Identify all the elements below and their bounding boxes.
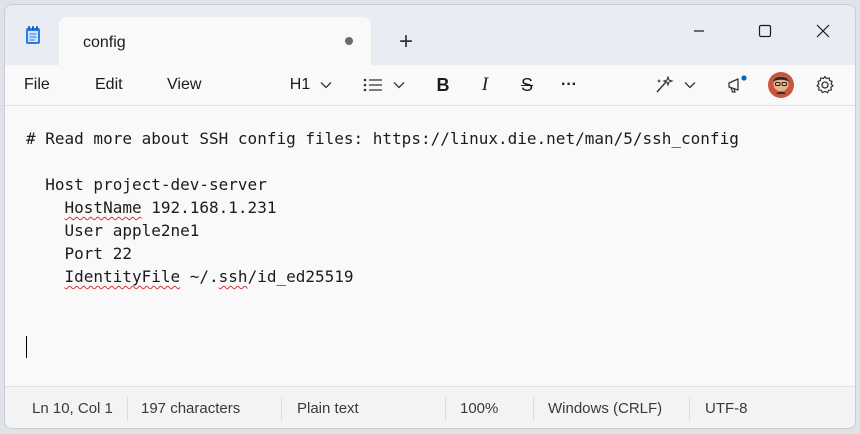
text-line-2 (26, 150, 739, 173)
tab-title: config (83, 34, 126, 51)
gear-icon (816, 75, 834, 94)
menu-file[interactable]: File (24, 76, 50, 94)
list-icon (363, 78, 382, 92)
italic-button[interactable]: I (471, 71, 499, 99)
italic-icon: I (481, 74, 489, 95)
menu-bar: File Edit View H1 B I S ··· (5, 65, 855, 105)
minimize-button[interactable] (677, 17, 721, 45)
unsaved-indicator-icon[interactable] (345, 37, 353, 45)
text-line-1: # Read more about SSH config files: http… (26, 129, 739, 148)
strikethrough-button[interactable]: S (513, 71, 541, 99)
text-caret (26, 336, 27, 358)
bold-icon: B (436, 74, 450, 95)
line-text: /id_ed25519 (247, 267, 354, 286)
strikethrough-icon: S (520, 74, 533, 95)
text-line-7: IdentityFile ~/.ssh/id_ed25519 (26, 265, 739, 288)
line-text: 192.168.1.231 (141, 198, 277, 217)
status-format[interactable]: Plain text (297, 400, 359, 417)
status-divider (281, 397, 282, 421)
chevron-down-icon (684, 82, 696, 89)
text-line-3: Host project-dev-server (26, 175, 267, 194)
maximize-button[interactable] (743, 17, 787, 45)
list-dropdown[interactable] (359, 71, 409, 99)
close-button[interactable] (801, 17, 845, 45)
title-bar: config + (5, 5, 855, 65)
tab-config[interactable]: config (59, 17, 371, 65)
status-bar: Ln 10, Col 1 197 characters Plain text 1… (5, 386, 855, 428)
avatar (768, 72, 794, 98)
status-divider (445, 397, 446, 421)
bold-button[interactable]: B (429, 71, 457, 99)
status-line-ending[interactable]: Windows (CRLF) (548, 400, 662, 417)
document-text[interactable]: # Read more about SSH config files: http… (26, 127, 739, 288)
status-divider (127, 397, 128, 421)
status-zoom[interactable]: 100% (460, 400, 498, 417)
status-character-count: 197 characters (141, 400, 241, 417)
copilot-dropdown[interactable] (651, 71, 699, 99)
heading-label: H1 (289, 76, 311, 93)
text-editor[interactable]: # Read more about SSH config files: http… (5, 106, 855, 386)
line-text: ~/. (180, 267, 219, 286)
settings-button[interactable] (811, 71, 839, 99)
misspelled-word[interactable]: HostName (65, 198, 142, 217)
copilot-icon (656, 76, 674, 93)
announcement-button[interactable] (723, 71, 751, 99)
text-line-4: HostName 192.168.1.231 (26, 196, 739, 219)
text-line-6: Port 22 (26, 244, 132, 263)
text-line-5: User apple2ne1 (26, 221, 200, 240)
menu-edit[interactable]: Edit (95, 76, 123, 94)
more-icon: ··· (561, 76, 577, 93)
status-cursor-position[interactable]: Ln 10, Col 1 (32, 400, 113, 417)
misspelled-word[interactable]: IdentityFile (65, 267, 181, 286)
chevron-down-icon (393, 82, 405, 89)
new-tab-button[interactable]: + (389, 27, 423, 57)
status-divider (689, 397, 690, 421)
chevron-down-icon (320, 82, 332, 89)
menu-view[interactable]: View (167, 76, 201, 94)
heading-dropdown[interactable]: H1 (285, 71, 337, 99)
megaphone-icon (728, 75, 747, 93)
account-avatar-button[interactable] (767, 71, 795, 99)
misspelled-word[interactable]: ssh (219, 267, 248, 286)
minimize-icon (694, 30, 704, 32)
maximize-icon (758, 24, 772, 38)
status-divider (533, 397, 534, 421)
notepad-app-icon (25, 25, 41, 45)
status-encoding[interactable]: UTF-8 (705, 400, 748, 417)
more-options-button[interactable]: ··· (555, 71, 583, 99)
close-icon (816, 24, 830, 38)
notepad-window: config + File Edit View H1 B I S ··· # R… (4, 4, 856, 429)
